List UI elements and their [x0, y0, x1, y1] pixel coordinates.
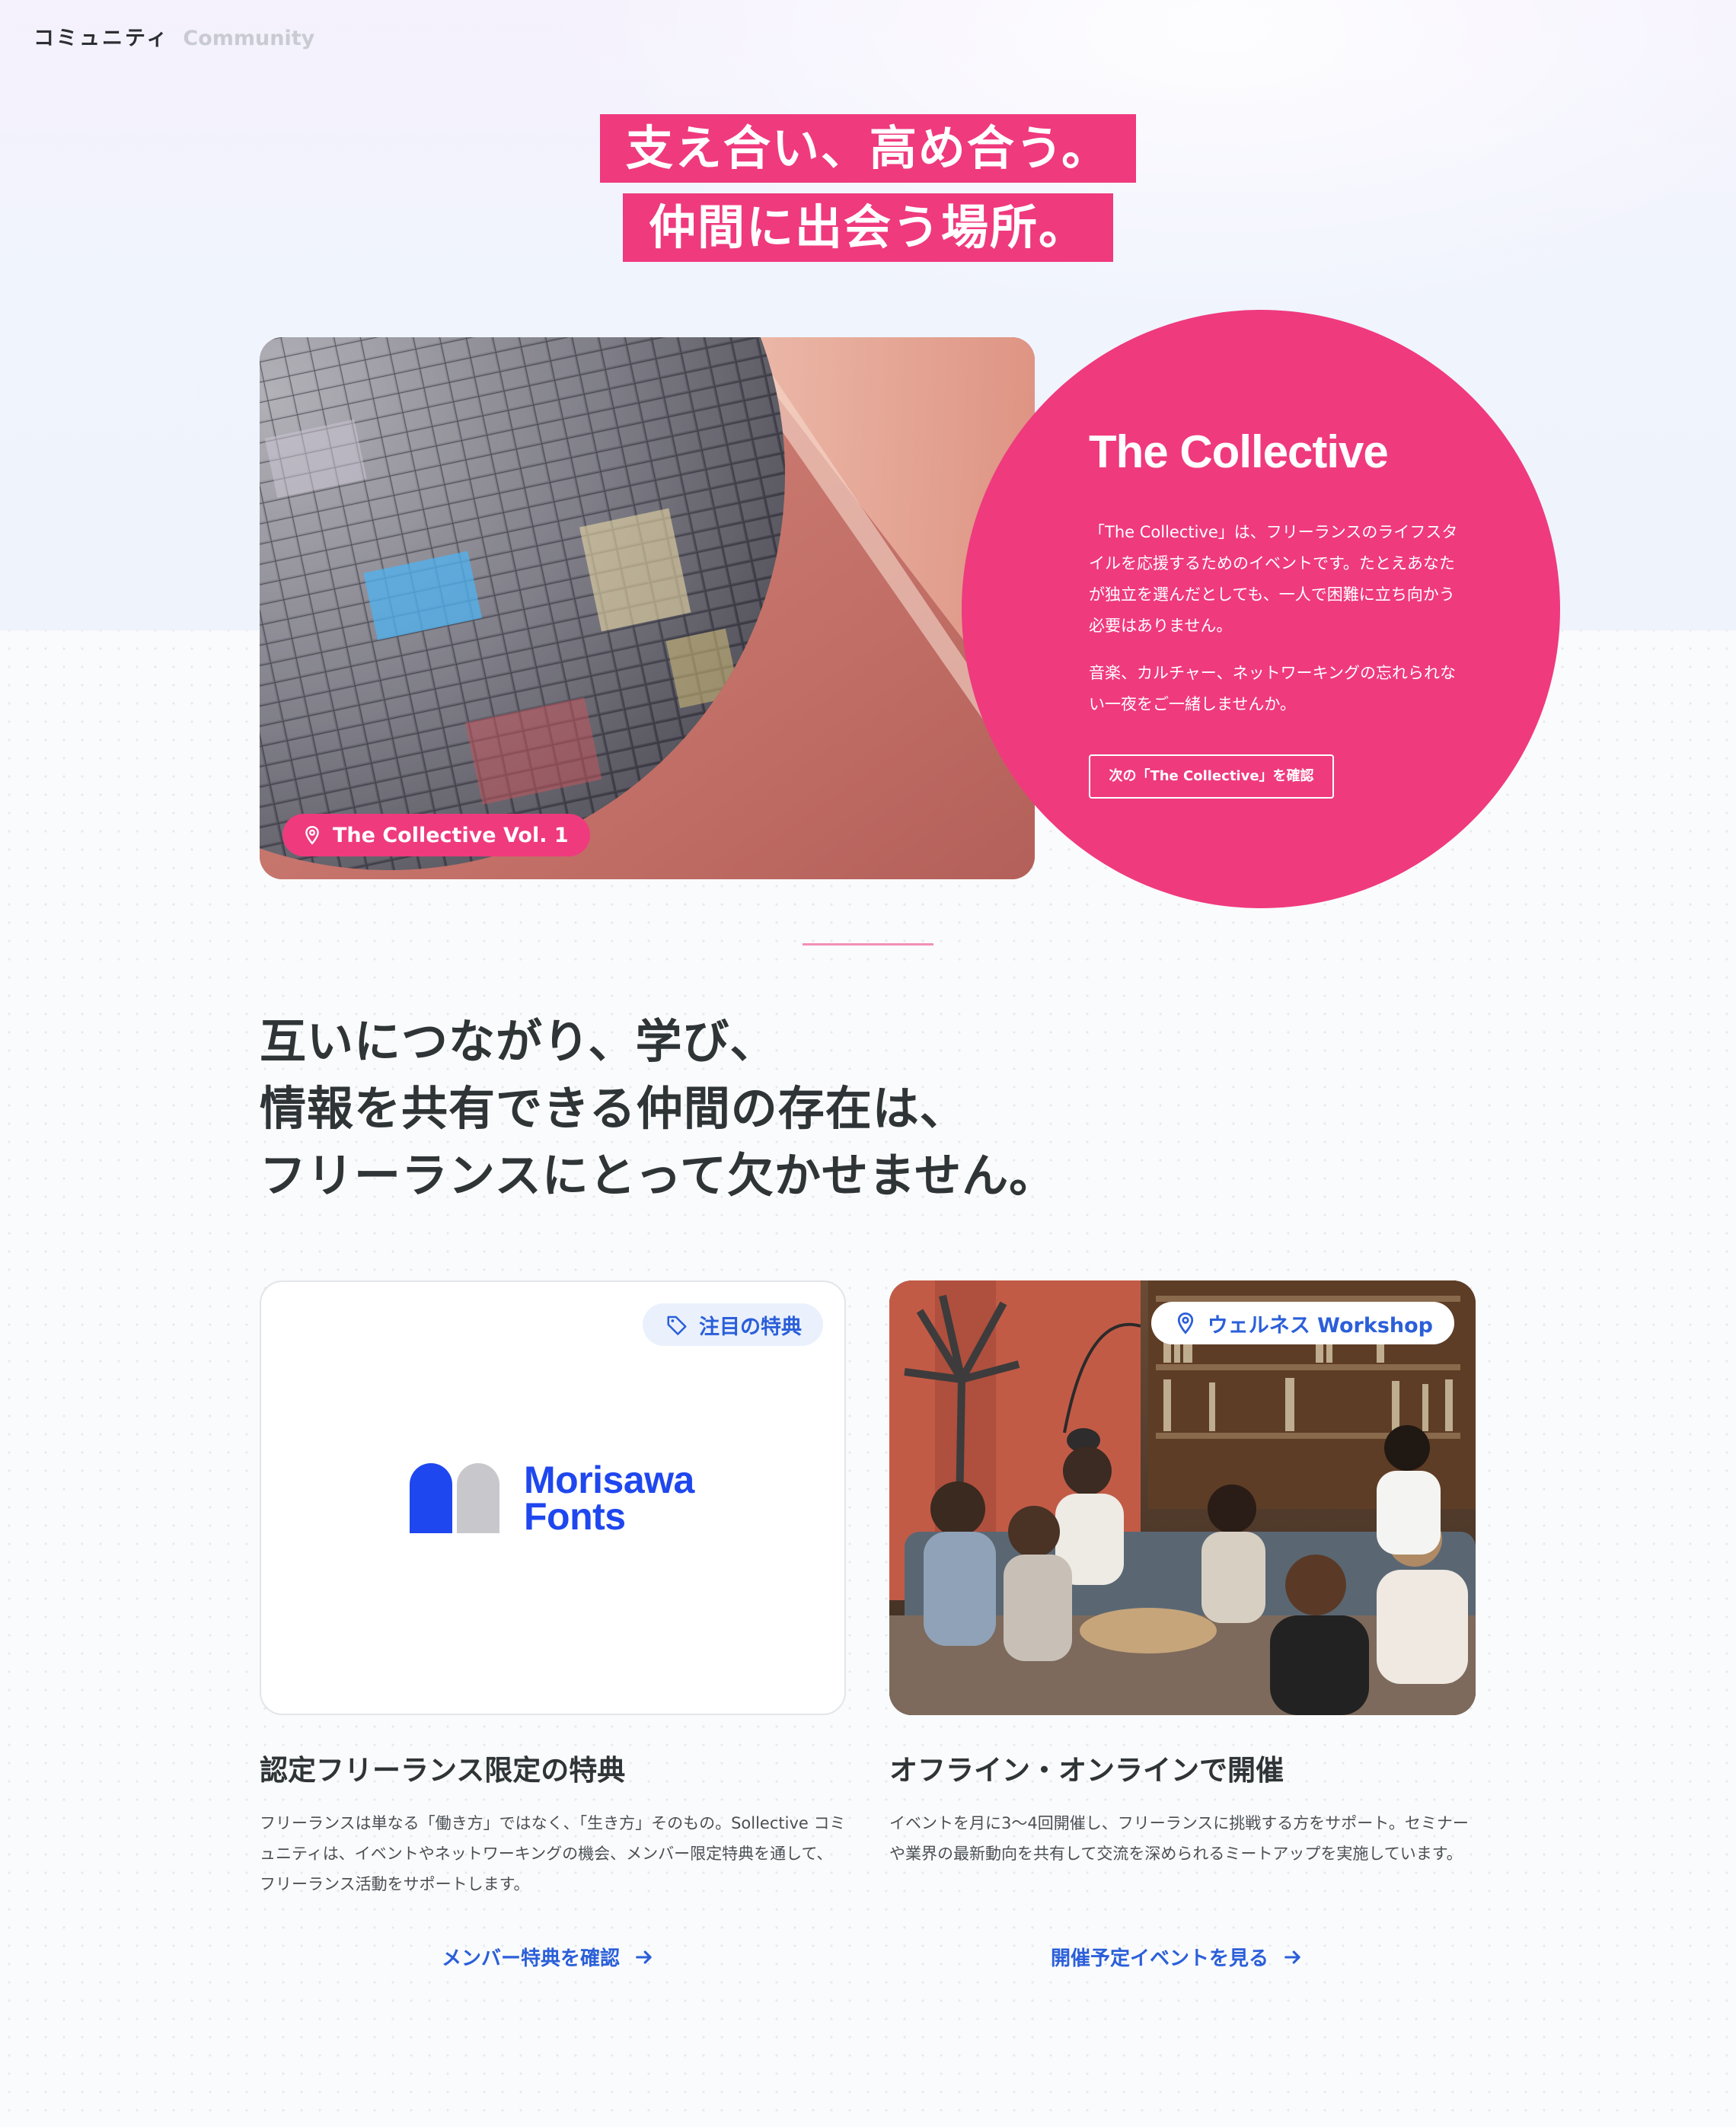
events-card-body: イベントを月に3〜4回開催し、フリーランスに挑戦する方をサポート。セミナーや業界… [889, 1814, 1469, 1863]
workshop-card-image: ウェルネス Workshop [889, 1280, 1476, 1715]
workshop-tag: ウェルネス Workshop [1150, 1302, 1454, 1344]
morisawa-logo-text: Morisawa Fonts [524, 1459, 694, 1538]
perks-card-body: フリーランスは単なる「働き方」ではなく、「生き方」そのもの。Sollective… [260, 1814, 846, 1893]
location-pin-icon [305, 825, 319, 845]
workshop-tag-label: ウェルネス Workshop [1207, 1313, 1433, 1338]
disco-ball-image [260, 337, 1035, 879]
workshop-photo [889, 1280, 1476, 1715]
breadcrumb-jp: コミュニティ [34, 27, 170, 50]
lead-line-1: 互いにつながり、学び、 [260, 1015, 777, 1069]
collective-invitation: 音楽、カルチャー、ネットワーキングの忘れられない一夜をご一緒しませんか。 [1089, 664, 1456, 713]
lead-line-3: フリーランスにとって欠かせません。 [260, 1149, 1057, 1203]
breadcrumb-en: Community [183, 27, 315, 50]
arrow-right-icon [636, 1950, 652, 1964]
morisawa-logo-icon [410, 1463, 499, 1533]
member-perks-link[interactable]: メンバー特典を確認 [442, 1943, 655, 1971]
perks-card-image: 注目の特典 Morisawa Fonts [260, 1280, 846, 1715]
collective-photo: The Collective Vol. 1 [260, 337, 1035, 879]
collective-info-circle: The Collective 「The Collective」は、フリーランスの… [962, 310, 1560, 908]
breadcrumb: コミュニティ Community [34, 21, 314, 51]
logo-line-1: Morisawa [524, 1459, 694, 1501]
collective-description: 「The Collective」は、フリーランスのライフスタイルを応援するための… [1089, 523, 1458, 635]
events-card-heading: オフライン・オンラインで開催 [889, 1754, 1284, 1787]
morisawa-fonts-logo: Morisawa Fonts [410, 1459, 694, 1538]
next-collective-button[interactable]: 次の「The Collective」を確認 [1089, 754, 1334, 799]
upcoming-events-link-label: 開催予定イベントを見る [1051, 1947, 1269, 1970]
tag-icon [667, 1315, 687, 1335]
featured-perk-tag-label: 注目の特典 [699, 1315, 802, 1339]
logo-line-2: Fonts [524, 1495, 626, 1538]
upcoming-events-link[interactable]: 開催予定イベントを見る [1051, 1943, 1304, 1971]
featured-perk-tag: 注目の特典 [643, 1303, 823, 1346]
lead-line-2: 情報を共有できる仲間の存在は、 [260, 1082, 967, 1136]
perks-card-heading: 認定フリーランス限定の特典 [260, 1754, 626, 1787]
hero-title-line-1: 支え合い、高め合う。 [600, 114, 1136, 183]
arrow-right-icon [1284, 1950, 1300, 1964]
hero-title-line-2: 仲間に出会う場所。 [623, 193, 1113, 262]
collective-location-label: The Collective Vol. 1 [333, 823, 569, 847]
location-pin-icon [1177, 1312, 1193, 1335]
section-divider [803, 943, 933, 946]
collective-title: The Collective [1089, 426, 1389, 477]
community-lead-heading: 互いにつながり、学び、 情報を共有できる仲間の存在は、 フリーランスにとって欠か… [260, 1009, 1056, 1210]
collective-location-pill: The Collective Vol. 1 [282, 814, 590, 856]
member-perks-link-label: メンバー特典を確認 [442, 1947, 621, 1970]
